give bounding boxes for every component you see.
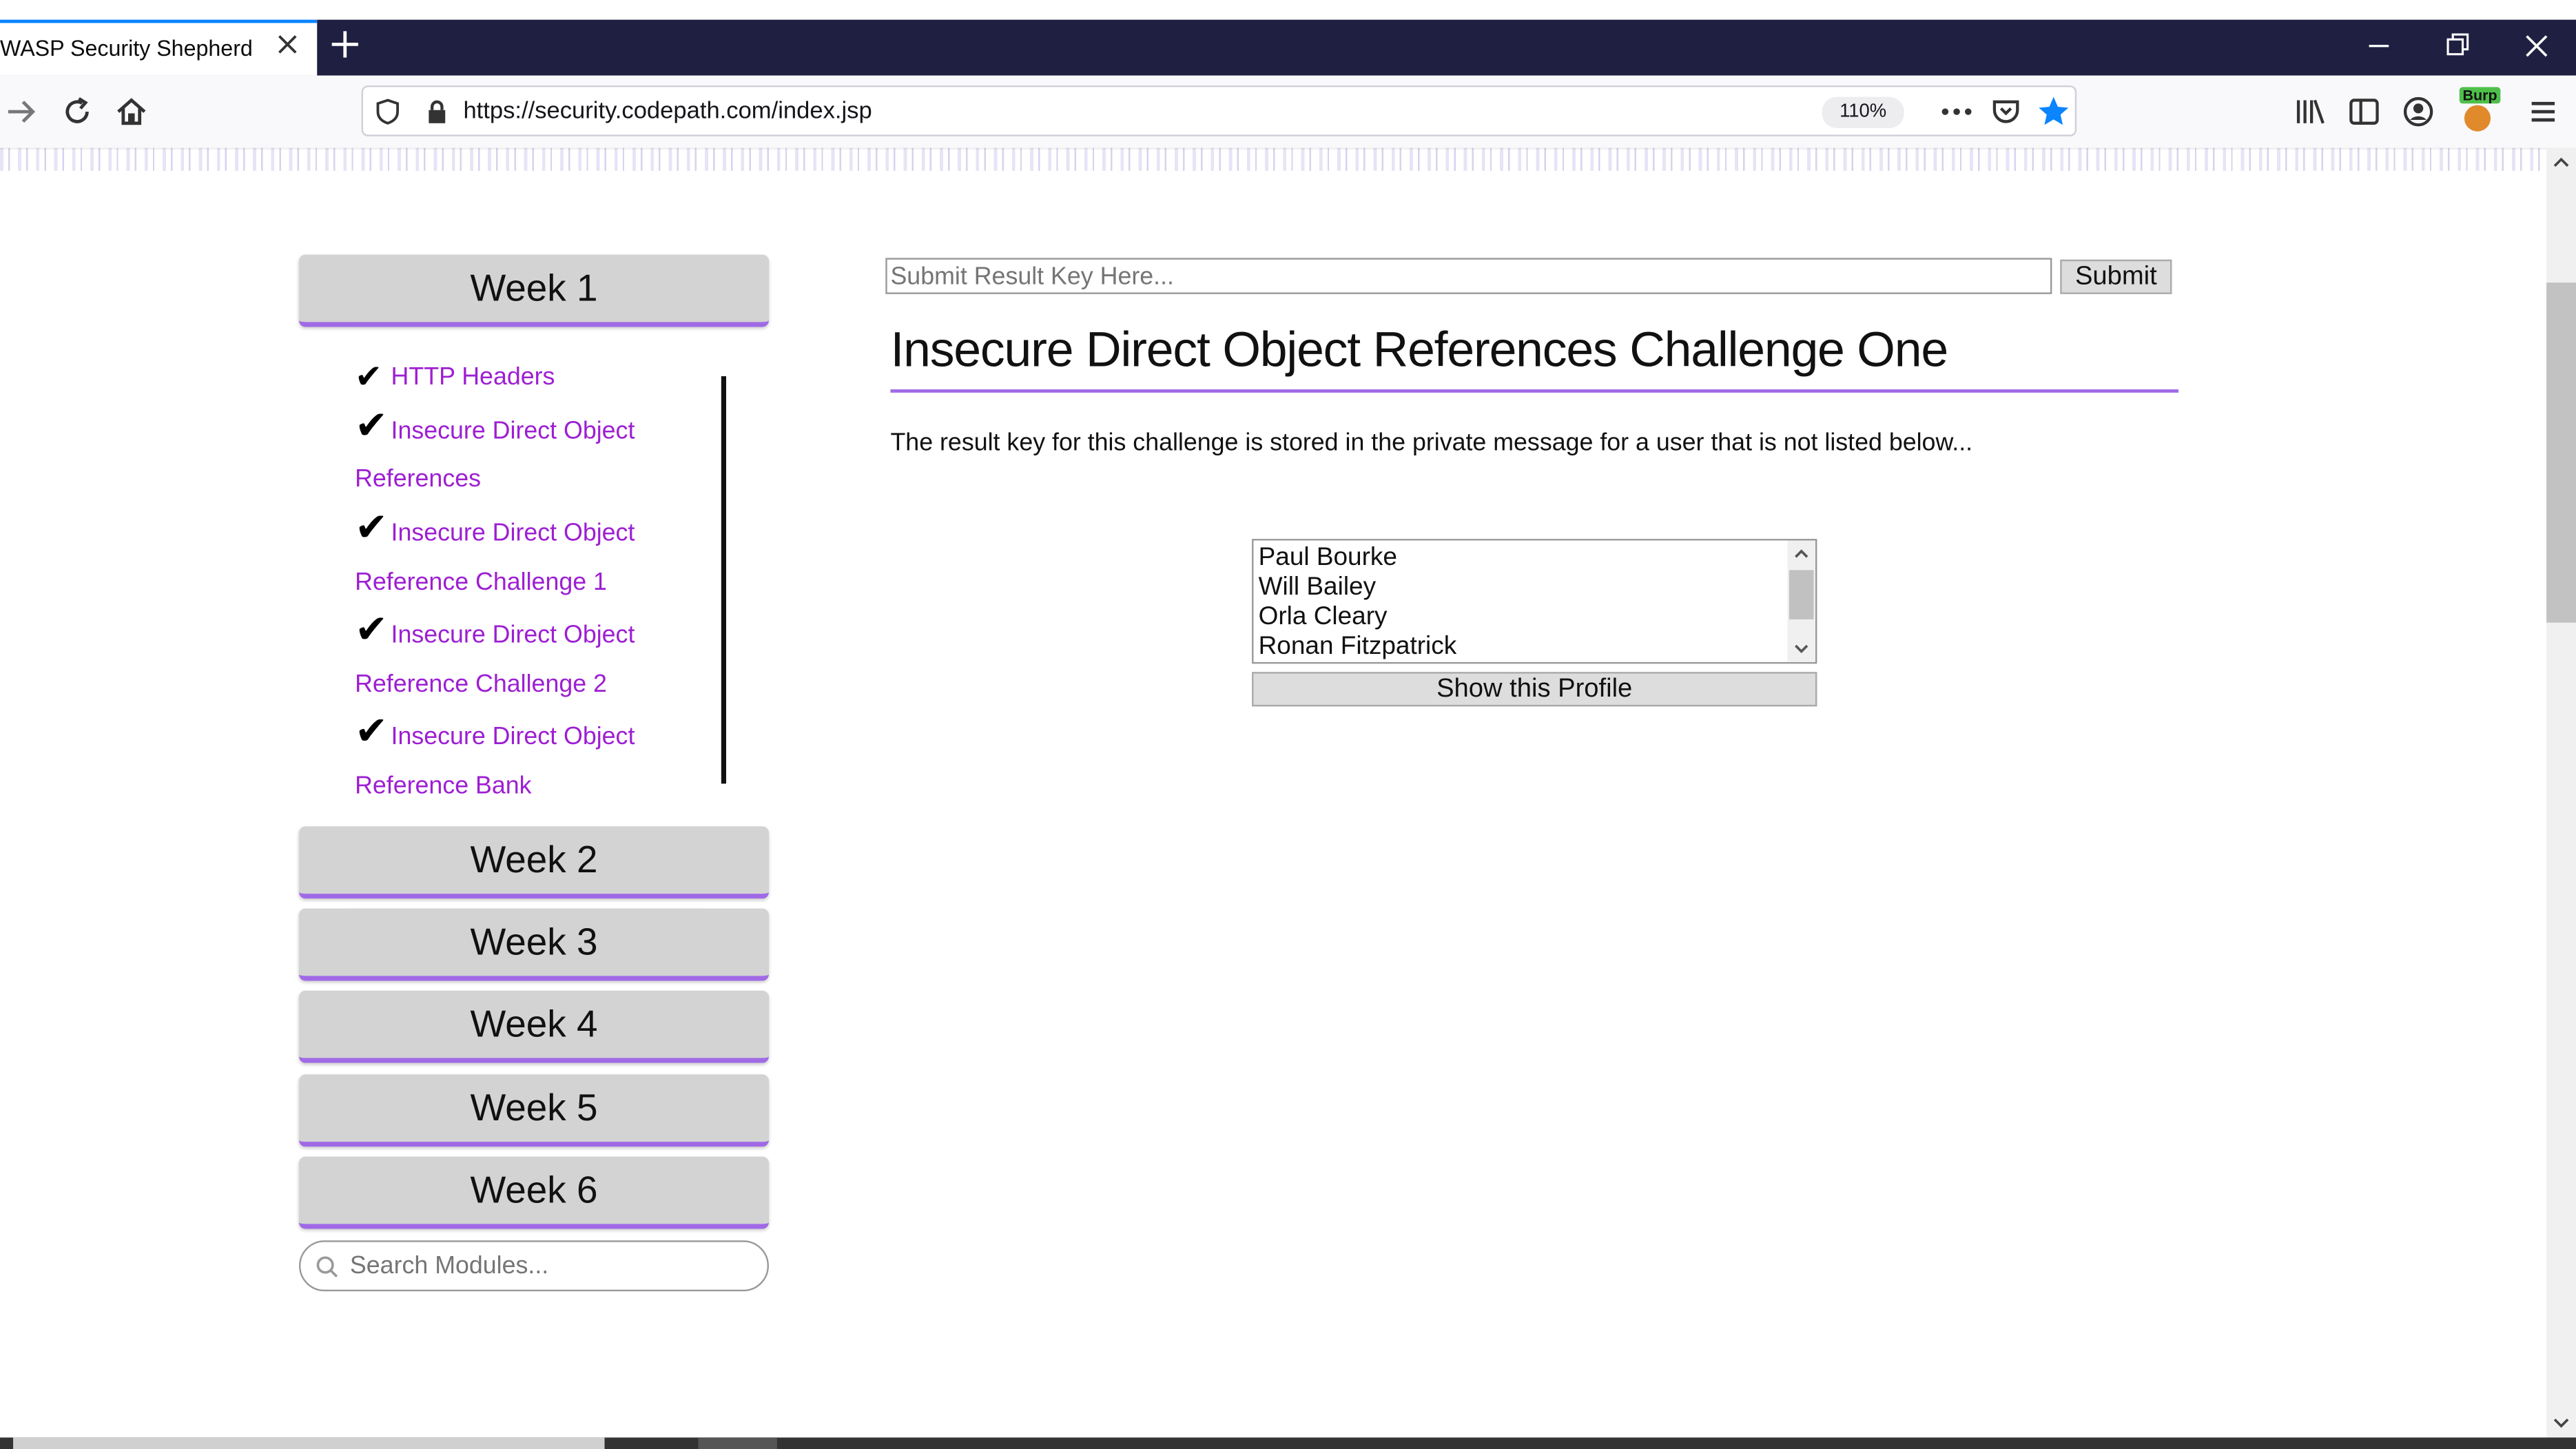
completed-check-icon: ✔ [355, 404, 389, 449]
module-idor-line1[interactable]: Insecure Direct Object [391, 407, 635, 457]
module-idor-challenge-1-line1[interactable]: Insecure Direct Object [391, 509, 635, 559]
show-profile-button[interactable]: Show this Profile [1252, 672, 1817, 707]
module-list-scrollbar[interactable] [721, 376, 726, 784]
completed-check-icon: ✔ [355, 710, 389, 754]
library-icon[interactable] [2292, 94, 2328, 130]
more-actions-icon[interactable] [1939, 97, 1975, 127]
user-list-scrollbar[interactable] [1787, 540, 1815, 662]
user-option[interactable]: Paul Bourke [1259, 544, 1397, 573]
module-idor-line2[interactable]: References [355, 455, 481, 504]
taskbar-segment [13, 1437, 605, 1449]
page-scrollbar[interactable] [2546, 147, 2576, 1439]
module-idor-challenge-1-line2[interactable]: Reference Challenge 1 [355, 559, 607, 608]
scroll-down-icon[interactable] [1793, 639, 1811, 657]
scroll-up-icon[interactable] [1793, 546, 1811, 564]
reload-icon[interactable] [59, 94, 95, 130]
completed-check-icon: ✔ [355, 506, 389, 551]
zoom-level[interactable]: 110% [1822, 96, 1904, 128]
menu-icon[interactable] [2525, 94, 2561, 130]
burp-label: Burp [2459, 87, 2501, 104]
taskbar-strip [0, 1437, 2576, 1449]
week-6-label: Week 6 [470, 1168, 598, 1211]
title-underline [890, 389, 2178, 393]
sidebar-toggle-icon[interactable] [2346, 94, 2382, 130]
taskbar-segment [698, 1437, 777, 1449]
module-http-headers[interactable]: HTTP Headers [391, 353, 555, 403]
lock-icon[interactable] [424, 99, 450, 125]
bookmark-star-icon[interactable] [2036, 94, 2072, 130]
account-icon[interactable] [2400, 94, 2436, 130]
week-6-button[interactable]: Week 6 [298, 1156, 769, 1229]
search-icon [316, 1256, 338, 1277]
close-window-icon[interactable] [2519, 28, 2555, 64]
user-option[interactable]: Orla Cleary [1259, 603, 1388, 633]
page-scroll-up-icon[interactable] [2551, 153, 2571, 173]
module-idor-challenge-2-line1[interactable]: Insecure Direct Object [391, 611, 635, 661]
module-list: ✔ HTTP Headers ✔ Insecure Direct Object … [299, 353, 769, 800]
week-4-label: Week 4 [470, 1002, 598, 1045]
week-3-button[interactable]: Week 3 [298, 908, 769, 981]
module-search[interactable] [298, 1240, 769, 1292]
home-icon[interactable] [114, 94, 150, 130]
completed-check-icon: ✔ [355, 360, 383, 396]
browser-window: WASP Security Shepherd https://security.… [0, 0, 2576, 1449]
restore-icon[interactable] [2440, 28, 2475, 64]
module-idor-challenge-2-line2[interactable]: Reference Challenge 2 [355, 661, 607, 710]
tab-title: WASP Security Shepherd [0, 36, 253, 61]
user-list-scroll-thumb[interactable] [1789, 570, 1814, 619]
search-modules-input[interactable] [347, 1250, 748, 1282]
user-option[interactable]: Will Bailey [1259, 573, 1376, 603]
forward-icon[interactable] [3, 94, 39, 130]
module-idor-bank-line2[interactable]: Reference Bank [355, 762, 532, 812]
new-tab-icon[interactable] [329, 28, 362, 61]
user-select-list[interactable]: Paul Bourke Will Bailey Orla Cleary Rona… [1252, 539, 1817, 664]
week-2-button[interactable]: Week 2 [298, 826, 769, 899]
week-5-button[interactable]: Week 5 [298, 1074, 769, 1147]
week-4-button[interactable]: Week 4 [298, 990, 769, 1063]
week-3-label: Week 3 [470, 920, 598, 963]
pocket-icon[interactable] [1990, 95, 2023, 128]
week-2-label: Week 2 [470, 838, 598, 881]
week-1-label: Week 1 [470, 266, 598, 309]
page-scroll-down-icon[interactable] [2551, 1413, 2571, 1433]
user-option[interactable]: Ronan Fitzpatrick [1259, 633, 1457, 662]
week-1-button[interactable]: Week 1 [298, 254, 769, 327]
week-5-label: Week 5 [470, 1086, 598, 1129]
shield-icon[interactable] [373, 97, 402, 127]
submit-button[interactable]: Submit [2060, 259, 2172, 294]
url-text[interactable]: https://security.codepath.com/index.jsp [463, 99, 872, 125]
page-scroll-thumb[interactable] [2546, 282, 2576, 623]
close-tab-icon[interactable] [273, 30, 302, 59]
result-key-input[interactable] [885, 258, 2052, 294]
title-bar-strip [0, 0, 2576, 20]
completed-check-icon: ✔ [355, 608, 389, 652]
title-bar: WASP Security Shepherd [0, 0, 2576, 76]
address-bar[interactable]: https://security.codepath.com/index.jsp … [361, 85, 2077, 136]
challenge-description: The result key for this challenge is sto… [890, 429, 1973, 457]
header-banner [0, 147, 2547, 171]
page-title: Insecure Direct Object References Challe… [890, 323, 1948, 378]
navigation-bar: https://security.codepath.com/index.jsp … [0, 75, 2576, 150]
module-idor-bank-line1[interactable]: Insecure Direct Object [391, 713, 635, 763]
browser-tab[interactable]: WASP Security Shepherd [0, 19, 318, 76]
minimize-icon[interactable] [2361, 28, 2397, 64]
